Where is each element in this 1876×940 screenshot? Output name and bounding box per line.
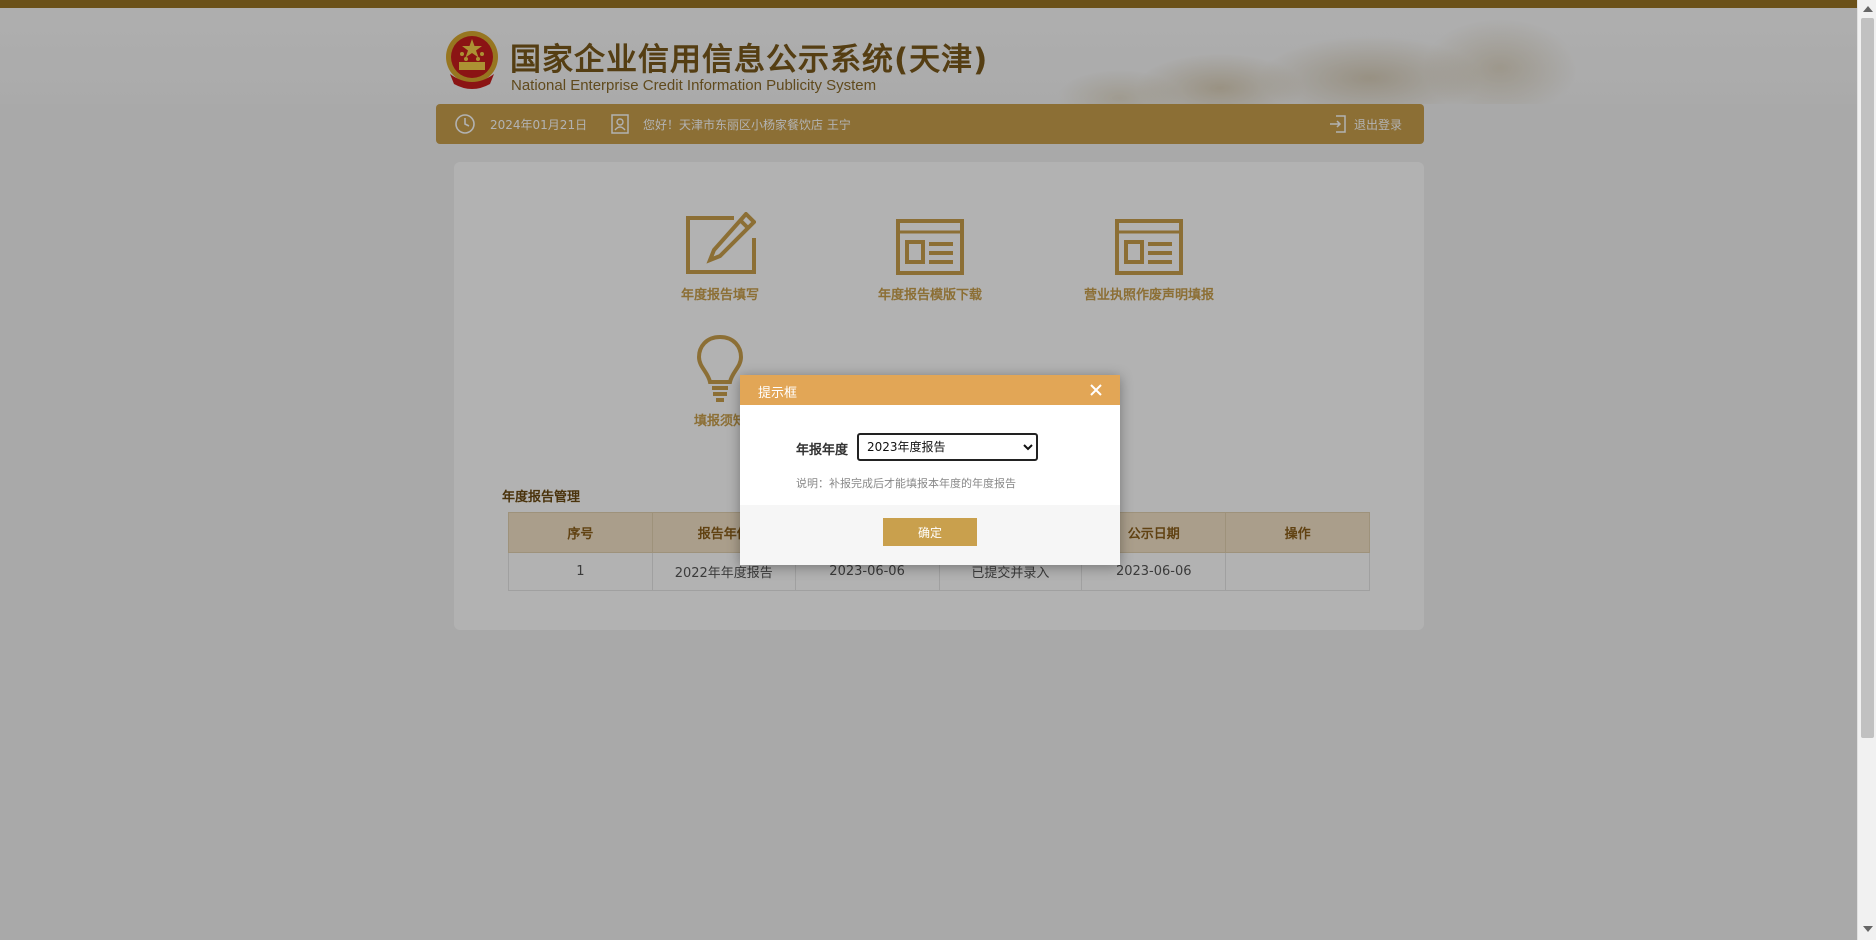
dialog-note: 说明：补报完成后才能填报本年度的年度报告 [796, 477, 1016, 490]
page: 国家企业信用信息公示系统(天津) National Enterprise Cre… [0, 0, 1857, 940]
prompt-dialog: 提示框 年报年度 2023年度报告 说明：补报完成后才能填报本年度的年度报告 确… [740, 375, 1120, 565]
report-year-label: 年报年度 [796, 443, 849, 458]
scrollbar-thumb[interactable] [1861, 18, 1874, 738]
vertical-scrollbar[interactable] [1857, 0, 1876, 940]
report-year-select[interactable]: 2023年度报告 [857, 433, 1038, 461]
dialog-header: 提示框 [740, 375, 1120, 405]
scroll-down-arrow-icon[interactable] [1863, 926, 1873, 932]
dialog-body: 年报年度 2023年度报告 说明：补报完成后才能填报本年度的年度报告 [740, 405, 1120, 505]
confirm-button[interactable]: 确定 [883, 518, 977, 546]
scroll-up-arrow-icon[interactable] [1863, 6, 1873, 12]
dialog-footer: 确定 [740, 505, 1120, 565]
dialog-title: 提示框 [758, 386, 798, 401]
close-icon[interactable] [1088, 382, 1104, 398]
